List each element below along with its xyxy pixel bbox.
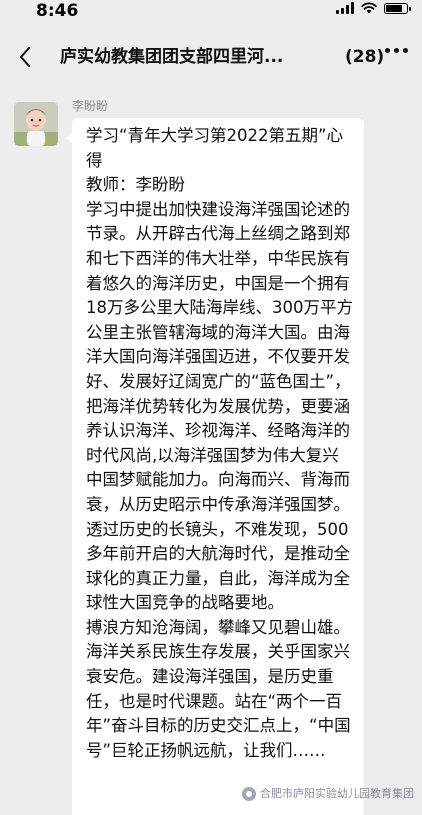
chat-screen: 8:46 庐实幼教集团团支部四里河... (28) 李盼盼 学习“青年大学习第2… <box>0 0 422 815</box>
chat-header: 庐实幼教集团团支部四里河... (28) <box>0 28 422 86</box>
chat-title: 庐实幼教集团团支部四里河... <box>60 47 284 67</box>
wifi-icon <box>361 2 377 14</box>
cellular-signal-icon <box>336 2 354 14</box>
member-count: (28) <box>345 47 385 67</box>
status-time: 8:46 <box>36 1 79 21</box>
more-options-button[interactable] <box>385 48 408 53</box>
status-bar: 8:46 <box>0 0 422 28</box>
chevron-left-icon <box>20 47 30 67</box>
avatar[interactable] <box>14 102 58 146</box>
baby-photo-avatar <box>14 102 58 146</box>
watermark: 合肥市庐阳实验幼儿园教育集团 <box>242 787 414 801</box>
back-button[interactable] <box>10 42 40 72</box>
battery-icon <box>384 2 411 14</box>
sender-name: 李盼盼 <box>72 99 109 113</box>
ellipsis-icon <box>385 48 390 53</box>
status-icons <box>336 2 411 14</box>
watermark-logo-icon <box>242 787 256 801</box>
message-text: 学习“青年大学习第2022第五期”心得 教师：李盼盼 学习中提出加快建设海洋强国… <box>86 126 353 760</box>
message-bubble[interactable]: 学习“青年大学习第2022第五期”心得 教师：李盼盼 学习中提出加快建设海洋强国… <box>66 118 364 815</box>
watermark-text: 合肥市庐阳实验幼儿园教育集团 <box>260 787 414 800</box>
